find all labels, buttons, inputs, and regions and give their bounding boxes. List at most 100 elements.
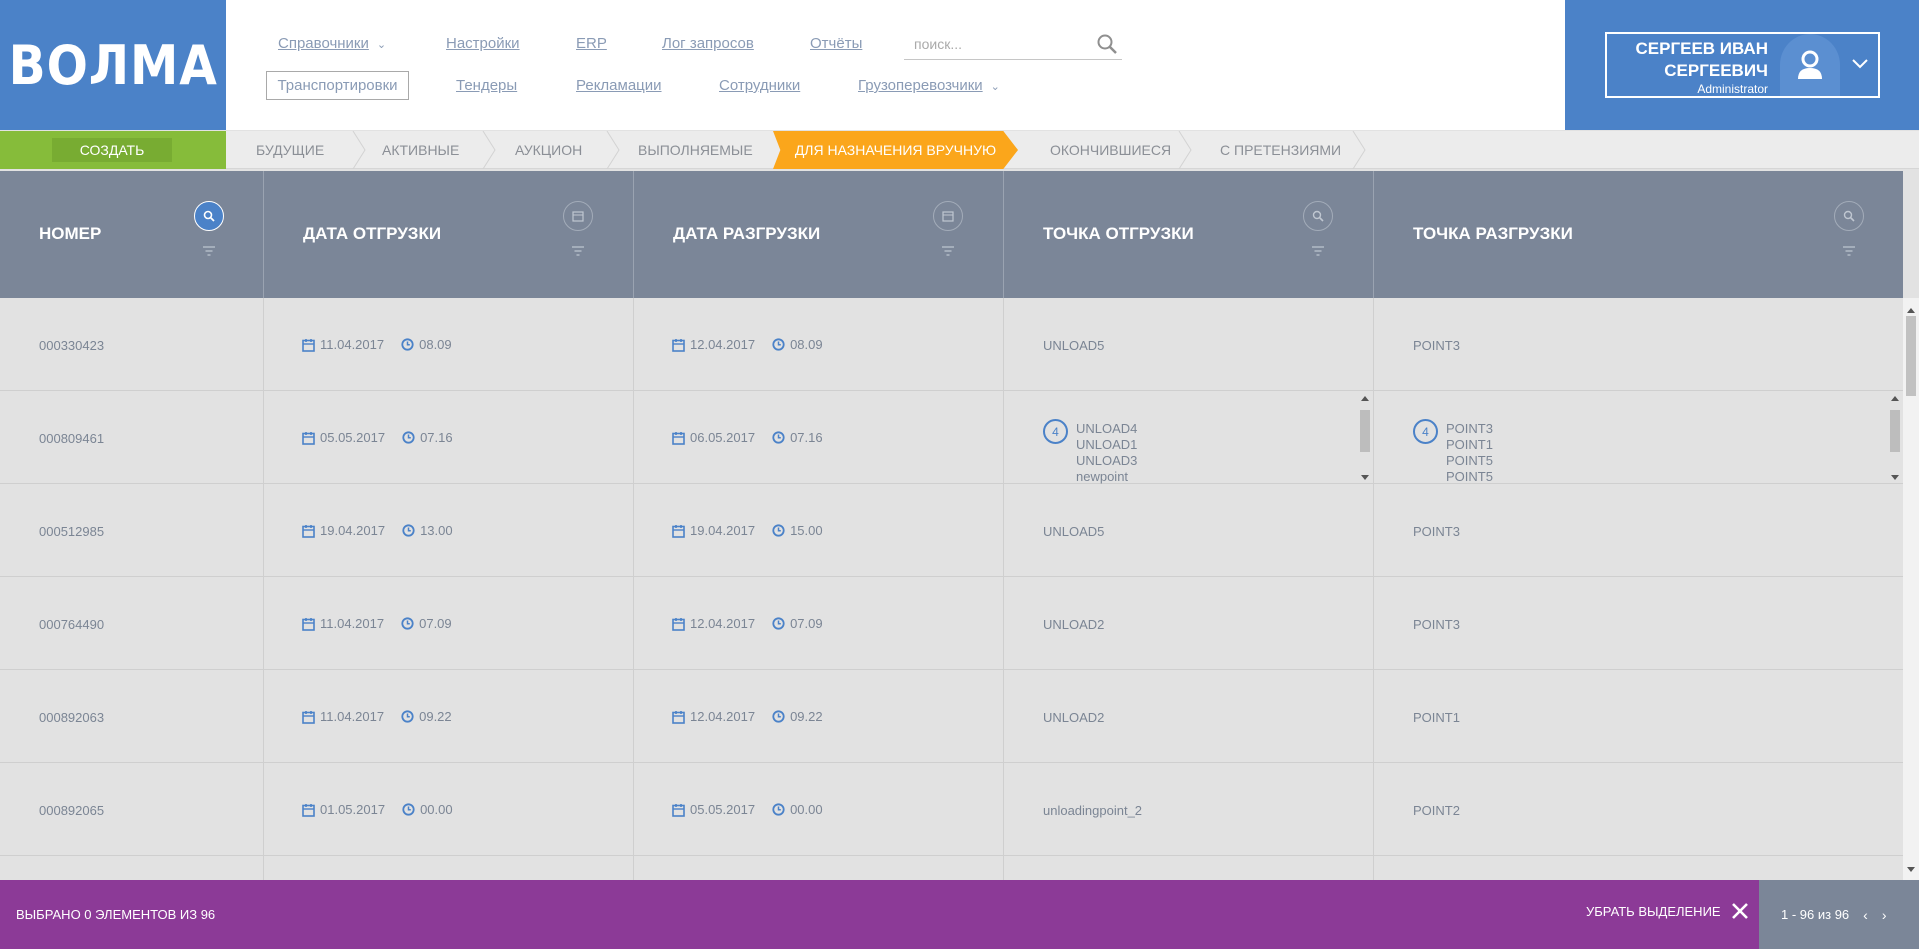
tab-in-progress[interactable]: ВЫПОЛНЯЕМЫЕ [638, 131, 753, 169]
list-item: UNLOAD3 [1076, 453, 1138, 468]
column-search-button[interactable] [1834, 201, 1864, 231]
clear-selection-button[interactable]: УБРАТЬ ВЫДЕЛЕНИЕ [1586, 902, 1749, 920]
scroll-thumb[interactable] [1906, 316, 1916, 396]
cell-number: 000892065 [0, 763, 264, 856]
cell-unload-point [1374, 856, 1903, 880]
calendar-icon [942, 211, 954, 222]
column-calendar-button[interactable] [563, 201, 593, 231]
cell-unload-point: POINT3 [1413, 338, 1460, 353]
cell-ship-date: 19.04.2017 13.00 [264, 484, 634, 577]
tab-finished[interactable]: ОКОНЧИВШИЕСЯ [1050, 131, 1171, 169]
cell-unload-point: POINT2 [1413, 803, 1460, 818]
list-item: POINT5 [1446, 453, 1493, 468]
chevron-down-icon[interactable] [1850, 54, 1870, 74]
filter-icon[interactable] [202, 245, 216, 257]
scroll-down-arrow[interactable] [1907, 867, 1915, 872]
nav-employees[interactable]: Сотрудники [719, 77, 800, 94]
tab-future[interactable]: БУДУЩИЕ [256, 131, 324, 169]
table-body: 000330423 11.04.2017 08.09 12.04.2017 08.0… [0, 298, 1903, 880]
chevron-right-icon[interactable]: › [1882, 907, 1887, 923]
column-header-unload-date: ДАТА РАЗГРУЗКИ [634, 171, 1004, 298]
column-search-button[interactable] [194, 201, 224, 231]
cell-ship-date: 01.05.2017 00.00 [264, 763, 634, 856]
cell-number: 000512985 [0, 484, 264, 577]
list-item: POINT5 [1446, 469, 1493, 484]
clock-icon [772, 431, 785, 444]
create-button[interactable]: СОЗДАТЬ [52, 138, 172, 162]
cell-ship-point: UNLOAD5 [1004, 484, 1374, 577]
table-scrollbar[interactable] [1903, 298, 1919, 880]
column-header-ship-point: ТОЧКА ОТГРУЗКИ [1004, 171, 1374, 298]
filter-icon[interactable] [571, 245, 585, 257]
point-count-badge[interactable]: 4 [1043, 419, 1068, 444]
nav-reports[interactable]: Отчёты [810, 35, 862, 52]
pagination-range: 1 - 96 из 96 [1781, 907, 1850, 922]
cell-ship-point: UNLOAD5 [1004, 298, 1374, 391]
cell-unload-point: POINT3 [1413, 524, 1460, 539]
nav-carriers[interactable]: Грузоперевозчики ⌄ [858, 77, 1000, 94]
nav-request-log[interactable]: Лог запросов [662, 35, 754, 52]
chevron-left-icon[interactable]: ‹ [1863, 907, 1868, 923]
clock-icon [772, 803, 785, 816]
cell-ship-date: 05.05.2017 07.16 [264, 391, 634, 484]
nav-tenders[interactable]: Тендеры [456, 77, 517, 94]
cell-unload-date: 12.04.2017 07.09 [634, 577, 1004, 670]
filter-icon[interactable] [1311, 245, 1325, 257]
calendar-icon [302, 710, 315, 724]
cell-unload-date [634, 856, 1004, 880]
nav-directories[interactable]: Справочники ⌄ [278, 35, 386, 52]
tab-with-claims[interactable]: С ПРЕТЕНЗИЯМИ [1220, 131, 1341, 169]
user-icon [1798, 50, 1822, 79]
column-search-button[interactable] [1303, 201, 1333, 231]
cell-number: 000764490 [0, 577, 264, 670]
filter-icon[interactable] [941, 245, 955, 257]
tab-separator [1178, 131, 1192, 169]
calendar-icon [672, 338, 685, 352]
nav-claims[interactable]: Рекламации [576, 77, 662, 94]
list-item: POINT3 [1446, 421, 1493, 436]
table-row[interactable]: 000330423 11.04.2017 08.09 12.04.2017 08.0… [0, 298, 1903, 391]
tab-separator [482, 131, 496, 169]
point-count-badge[interactable]: 4 [1413, 419, 1438, 444]
column-header-ship-date: ДАТА ОТГРУЗКИ [264, 171, 634, 298]
table-row[interactable] [0, 856, 1903, 880]
tab-manual-assignment[interactable]: ДЛЯ НАЗНАЧЕНИЯ ВРУЧНУЮ [773, 131, 1018, 169]
table-row[interactable]: 000512985 19.04.2017 13.00 19.04.2017 15.0… [0, 484, 1903, 577]
search-input[interactable] [904, 30, 1084, 58]
create-button-area: СОЗДАТЬ [0, 131, 226, 169]
selection-count: ВЫБРАНО 0 ЭЛЕМЕНТОВ ИЗ 96 [16, 907, 216, 922]
column-calendar-button[interactable] [933, 201, 963, 231]
tab-auction[interactable]: АУКЦИОН [515, 131, 582, 169]
logo[interactable]: ВОЛМА [0, 0, 226, 130]
table-row[interactable]: 000764490 11.04.2017 07.09 12.04.2017 07.0… [0, 577, 1903, 670]
cell-unload-points-multi: 4 POINT3 POINT1 POINT5 POINT5 [1374, 391, 1903, 484]
filter-icon[interactable] [1842, 245, 1856, 257]
tab-separator [606, 131, 620, 169]
cell-number: 000809461 [0, 391, 264, 484]
nav-erp[interactable]: ERP [576, 35, 607, 52]
clock-icon [401, 617, 414, 630]
close-icon [1731, 903, 1748, 919]
table-row[interactable]: 000809461 05.05.2017 07.16 06.05.2017 07.1… [0, 391, 1903, 484]
table-row[interactable]: 000892063 11.04.2017 09.22 12.04.2017 09.2… [0, 670, 1903, 763]
clock-icon [402, 431, 415, 444]
search-icon[interactable] [1096, 33, 1118, 55]
user-menu[interactable]: СЕРГЕЕВ ИВАН СЕРГЕЕВИЧ Administrator [1605, 32, 1880, 98]
cell-ship-date: 11.04.2017 09.22 [264, 670, 634, 763]
scroll-up-arrow[interactable] [1907, 308, 1915, 313]
table-row[interactable]: 000892065 01.05.2017 00.00 05.05.2017 00.0… [0, 763, 1903, 856]
nav-transportations[interactable]: Транспортировки [266, 71, 409, 100]
cell-scrollbar[interactable] [1359, 394, 1370, 482]
nav-settings[interactable]: Настройки [446, 35, 520, 52]
cell-ship-points-multi: 4 UNLOAD4 UNLOAD1 UNLOAD3 newpoint [1004, 391, 1374, 484]
cell-ship-point [1004, 856, 1374, 880]
cell-ship-point: UNLOAD2 [1004, 577, 1374, 670]
cell-number: 000330423 [0, 298, 264, 391]
chevron-down-icon: ⌄ [376, 39, 387, 51]
column-header-unload-point: ТОЧКА РАЗГРУЗКИ [1374, 171, 1903, 298]
cell-unload-date: 19.04.2017 15.00 [634, 484, 1004, 577]
calendar-icon [302, 431, 315, 445]
cell-scrollbar[interactable] [1889, 394, 1900, 482]
tab-active[interactable]: АКТИВНЫЕ [382, 131, 459, 169]
cell-unload-date: 05.05.2017 00.00 [634, 763, 1004, 856]
